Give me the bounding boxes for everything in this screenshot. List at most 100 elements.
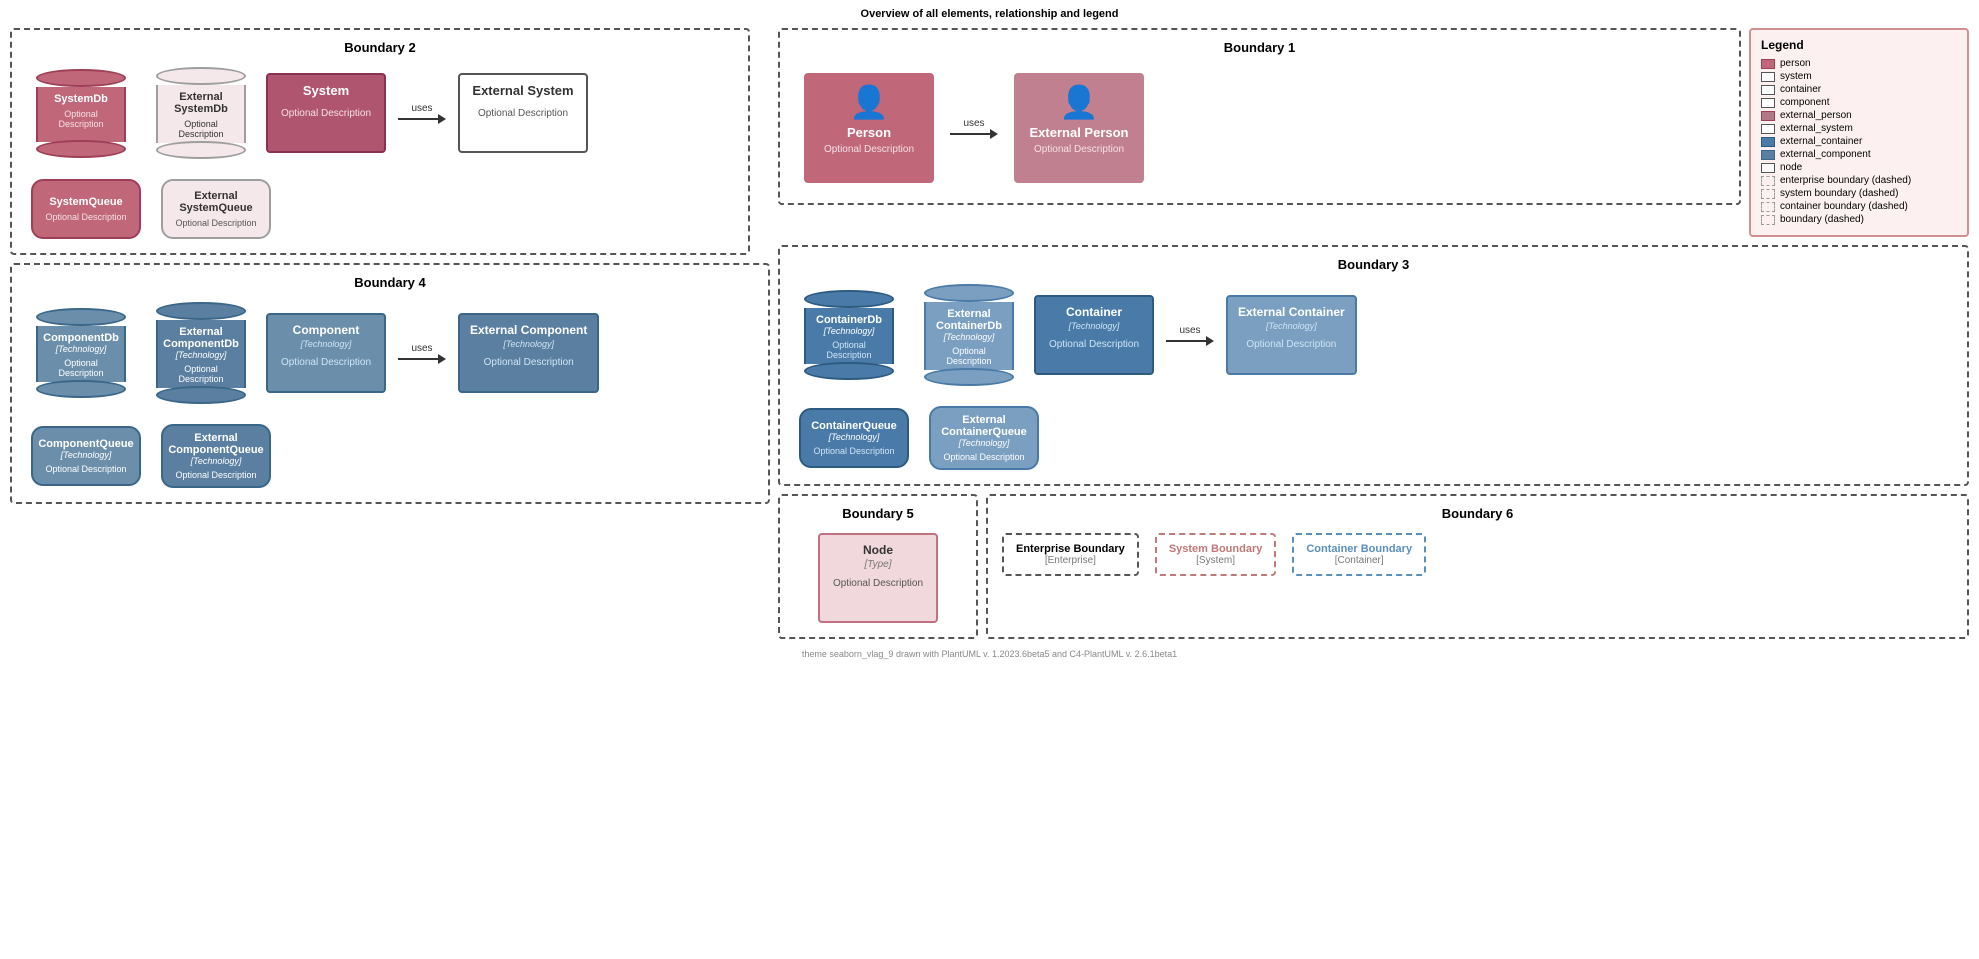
ext-componentqueue-tech: [Technology] xyxy=(191,456,242,466)
boundary-3-title: Boundary 3 xyxy=(794,257,1953,272)
ext-container-box-tech: [Technology] xyxy=(1266,321,1317,331)
arrow-uses-4: uses xyxy=(398,343,446,364)
ext-component-tech: [Technology] xyxy=(503,339,554,349)
containerqueue-name: ContainerQueue xyxy=(811,420,897,432)
ext-component-name: External Component xyxy=(470,323,587,337)
arrow-uses-1: uses xyxy=(398,103,446,124)
ext-system-name: External System xyxy=(472,83,573,98)
ext-systemqueue-name: External SystemQueue xyxy=(171,190,261,214)
boundary-6-title: Boundary 6 xyxy=(1002,506,1953,521)
legend-label-system-dashed: system boundary (dashed) xyxy=(1780,188,1898,199)
ext-component-desc: Optional Description xyxy=(484,357,574,368)
boundary-3-row1: ContainerDb [Technology] Optional Descri… xyxy=(794,284,1953,386)
ext-componentdb-tech: [Technology] xyxy=(176,350,227,360)
ext-systemdb-top xyxy=(156,67,246,85)
boundary-3-row2: ContainerQueue [Technology] Optional Des… xyxy=(794,406,1953,470)
ext-componentqueue: External ComponentQueue [Technology] Opt… xyxy=(156,424,276,488)
arrow-label-text: uses xyxy=(411,103,432,114)
boundary-2-row1: SystemDb Optional Description External S… xyxy=(26,67,734,159)
componentdb-name: ComponentDb xyxy=(43,332,119,344)
container-boundary-type: [Container] xyxy=(1306,555,1412,566)
systemqueue-body: SystemQueue Optional Description xyxy=(31,179,141,239)
ext-system-desc: Optional Description xyxy=(478,108,568,119)
legend-title: Legend xyxy=(1761,38,1957,52)
ext-component-box: External Component [Technology] Optional… xyxy=(458,313,599,393)
componentdb-desc: Optional Description xyxy=(44,358,118,378)
componentdb-body: ComponentDb [Technology] Optional Descri… xyxy=(36,326,126,382)
legend-label-person: person xyxy=(1780,58,1811,69)
boundary-2-content: SystemDb Optional Description External S… xyxy=(26,67,734,239)
ext-containerqueue: External ContainerQueue [Technology] Opt… xyxy=(924,406,1044,470)
legend-label-ext-component: external_component xyxy=(1780,149,1871,160)
component-name: Component xyxy=(293,323,360,337)
containerdb-body: ContainerDb [Technology] Optional Descri… xyxy=(804,308,894,364)
ext-person-icon: 👤 xyxy=(1059,83,1099,121)
legend-swatch-ext-system xyxy=(1761,124,1775,134)
system-box: System Optional Description xyxy=(266,73,386,153)
containerqueue: ContainerQueue [Technology] Optional Des… xyxy=(794,408,914,468)
person-name: Person xyxy=(847,125,891,140)
node-name: Node xyxy=(863,543,893,557)
componentdb-top xyxy=(36,308,126,326)
systemdb-body: SystemDb Optional Description xyxy=(36,87,126,142)
legend-swatch-ext-component xyxy=(1761,150,1775,160)
ext-containerdb-bottom xyxy=(924,368,1014,386)
legend-item-system: system xyxy=(1761,71,1957,82)
ext-systemqueue: External SystemQueue Optional Descriptio… xyxy=(156,179,276,239)
legend-swatch-system xyxy=(1761,72,1775,82)
legend-box: Legend person system container xyxy=(1749,28,1969,237)
legend-item-system-dashed: system boundary (dashed) xyxy=(1761,188,1957,199)
containerdb-name: ContainerDb xyxy=(816,314,882,326)
person-icon: 👤 xyxy=(849,83,889,121)
ext-componentdb-body: External ComponentDb [Technology] Option… xyxy=(156,320,246,388)
footer-text: theme seaborn_vlag_9 drawn with PlantUML… xyxy=(0,643,1979,663)
ext-componentdb-top xyxy=(156,302,246,320)
legend-label-enterprise-dashed: enterprise boundary (dashed) xyxy=(1780,175,1911,186)
ext-container-box-name: External Container xyxy=(1238,305,1345,319)
legend-swatch-boundary-dashed xyxy=(1761,215,1775,225)
arrow-head-b1 xyxy=(990,129,998,139)
boundary-5: Boundary 5 Node [Type] Optional Descript… xyxy=(778,494,978,639)
componentqueue-tech: [Technology] xyxy=(61,450,112,460)
systemdb: SystemDb Optional Description xyxy=(26,69,136,158)
ext-containerqueue-body: External ContainerQueue [Technology] Opt… xyxy=(929,406,1039,470)
ext-componentqueue-body: External ComponentQueue [Technology] Opt… xyxy=(161,424,271,488)
arrow-label-b1: uses xyxy=(963,118,984,129)
arrow-head-b3 xyxy=(1206,336,1214,346)
legend-item-ext-container: external_container xyxy=(1761,136,1957,147)
container-box-name: Container xyxy=(1066,305,1122,319)
person-desc: Optional Description xyxy=(824,144,914,155)
containerdb-tech: [Technology] xyxy=(824,326,875,336)
legend-item-ext-component: external_component xyxy=(1761,149,1957,160)
ext-systemdb-bottom xyxy=(156,141,246,159)
legend-label-container: container xyxy=(1780,84,1821,95)
legend-label-ext-container: external_container xyxy=(1780,136,1862,147)
enterprise-boundary-type: [Enterprise] xyxy=(1016,555,1125,566)
ext-containerdb-desc: Optional Description xyxy=(932,346,1006,366)
arrow-shaft-4 xyxy=(398,358,438,360)
containerdb-top xyxy=(804,290,894,308)
ext-componentdb-name: External ComponentDb xyxy=(163,326,239,350)
legend-swatch-ext-container xyxy=(1761,137,1775,147)
legend-item-container: container xyxy=(1761,84,1957,95)
boundary-6: Boundary 6 Enterprise Boundary [Enterpri… xyxy=(986,494,1969,639)
arrow-label-text-4: uses xyxy=(411,343,432,354)
legend-label-container-dashed: container boundary (dashed) xyxy=(1780,201,1908,212)
systemdb-name: SystemDb xyxy=(54,93,108,105)
ext-componentdb-desc: Optional Description xyxy=(164,364,238,384)
arrow-uses-b1: uses xyxy=(950,118,998,139)
componentqueue-desc: Optional Description xyxy=(45,464,126,474)
node-type: [Type] xyxy=(864,559,891,570)
component-tech: [Technology] xyxy=(301,339,352,349)
legend-label-ext-system: external_system xyxy=(1780,123,1853,134)
legend-item-ext-system: external_system xyxy=(1761,123,1957,134)
boundary-2: Boundary 2 SystemDb Optional Description xyxy=(10,28,750,255)
ext-container-box: External Container [Technology] Optional… xyxy=(1226,295,1357,375)
ext-person-desc: Optional Description xyxy=(1034,144,1124,155)
arrow-line-b1 xyxy=(950,129,998,139)
system-boundary-type: [System] xyxy=(1169,555,1263,566)
container-box-tech: [Technology] xyxy=(1069,321,1120,331)
ext-componentqueue-desc: Optional Description xyxy=(175,470,256,480)
arrow-shaft-b3 xyxy=(1166,340,1206,342)
componentdb: ComponentDb [Technology] Optional Descri… xyxy=(26,308,136,398)
